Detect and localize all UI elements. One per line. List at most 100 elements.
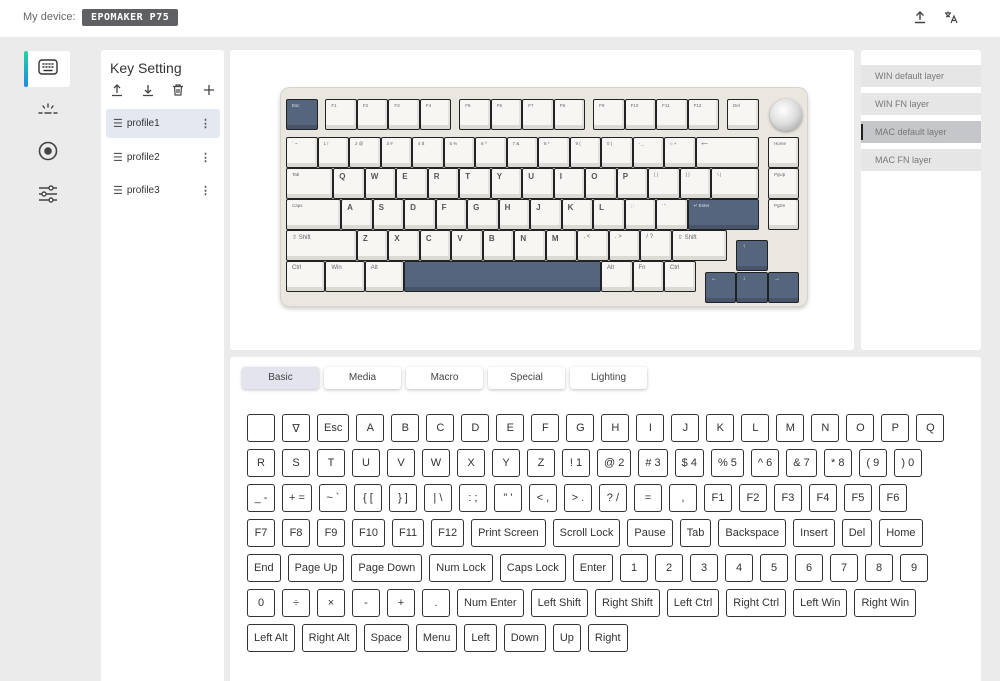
keycap[interactable]: 5 % <box>443 137 475 168</box>
keycap[interactable]: F4 <box>419 99 452 130</box>
key-option[interactable]: Down <box>503 624 546 652</box>
key-option[interactable]: ^ 6 <box>750 449 780 477</box>
key-option[interactable]: G <box>566 414 595 442</box>
key-option[interactable]: + <box>387 589 415 617</box>
key-option[interactable]: > . <box>563 484 592 512</box>
key-option[interactable]: × <box>317 589 345 617</box>
drag-handle-icon[interactable]: ☰ <box>113 151 123 164</box>
key-option[interactable]: - <box>352 589 380 617</box>
nav-item-keyboard[interactable] <box>24 51 70 87</box>
keycap[interactable]: F11 <box>656 99 688 130</box>
keycap[interactable]: X <box>388 230 420 261</box>
key-option[interactable]: J <box>671 414 700 442</box>
tab-macro[interactable]: Macro <box>406 367 483 389</box>
keycap[interactable]: V <box>451 230 483 261</box>
key-option[interactable]: 9 <box>900 554 929 582</box>
key-option[interactable]: Enter <box>572 554 614 582</box>
keycap[interactable]: W <box>364 168 397 199</box>
key-option[interactable]: F10 <box>352 519 385 547</box>
key-option[interactable]: D <box>461 414 490 442</box>
keycap[interactable]: 9 ( <box>569 137 601 168</box>
key-option[interactable]: 6 <box>795 554 824 582</box>
key-option[interactable]: } ] <box>388 484 417 512</box>
key-option[interactable]: Right Alt <box>301 624 357 652</box>
key-option[interactable]: S <box>282 449 310 477</box>
key-option[interactable]: Home <box>879 519 923 547</box>
keycap[interactable]: \ | <box>711 168 759 199</box>
keycap[interactable]: = + <box>664 137 696 168</box>
keycap[interactable]: . > <box>608 230 641 261</box>
keycap[interactable]: F10 <box>624 99 657 130</box>
key-option[interactable]: Menu <box>415 624 458 652</box>
key-option[interactable]: Left Alt <box>247 624 295 652</box>
key-option[interactable]: Left <box>464 624 497 652</box>
keycap[interactable]: ⟵ <box>695 137 759 168</box>
keycap[interactable]: PgUp <box>767 168 800 199</box>
key-option[interactable]: F6 <box>878 484 907 512</box>
key-option[interactable]: @ 2 <box>597 449 632 477</box>
key-option[interactable]: 3 <box>690 554 719 582</box>
key-option[interactable]: 0 <box>247 589 275 617</box>
key-option[interactable]: F <box>531 414 560 442</box>
key-option[interactable]: U <box>352 449 380 477</box>
keycap[interactable]: H <box>498 199 531 230</box>
keycap[interactable]: Alt <box>601 261 633 292</box>
keycap[interactable]: ↑ <box>736 240 768 271</box>
key-option[interactable]: " ' <box>493 484 522 512</box>
layer-mac-fn[interactable]: MAC FN layer <box>861 149 981 171</box>
key-option[interactable]: Num Enter <box>457 589 524 617</box>
keycap[interactable]: M <box>545 230 578 261</box>
layer-win-default[interactable]: WIN default layer <box>861 65 981 87</box>
keycap[interactable]: O <box>585 168 617 199</box>
key-option[interactable]: ~ ` <box>318 484 347 512</box>
key-option[interactable]: End <box>247 554 281 582</box>
keycap[interactable]: [ { <box>648 168 680 199</box>
key-option[interactable]: Up <box>552 624 581 652</box>
key-option[interactable]: A <box>356 414 385 442</box>
more-options-icon[interactable]: ⋮ <box>200 184 211 197</box>
keycap[interactable]: J <box>530 199 562 230</box>
key-option[interactable]: _ - <box>247 484 275 512</box>
key-option[interactable]: E <box>496 414 525 442</box>
layer-win-fn[interactable]: WIN FN layer <box>861 93 981 115</box>
import-icon[interactable] <box>141 83 155 97</box>
keycap[interactable]: Fn <box>632 261 664 292</box>
key-option[interactable]: F9 <box>317 519 345 547</box>
key-option[interactable]: & 7 <box>786 449 817 477</box>
key-option[interactable]: 8 <box>865 554 894 582</box>
key-option[interactable]: , <box>668 484 697 512</box>
keycap[interactable]: Alt <box>364 261 405 292</box>
key-option[interactable]: % 5 <box>710 449 744 477</box>
keycap[interactable]: N <box>514 230 546 261</box>
keycap[interactable]: PgDn <box>767 199 800 230</box>
drag-handle-icon[interactable]: ☰ <box>113 184 123 197</box>
key-option[interactable]: = <box>633 484 662 512</box>
key-option[interactable]: 7 <box>830 554 859 582</box>
keycap[interactable]: ] } <box>679 168 712 199</box>
key-option[interactable]: : ; <box>458 484 487 512</box>
profile-item-3[interactable]: ☰ profile3 ⋮ <box>106 176 220 205</box>
key-option[interactable]: Pause <box>627 519 673 547</box>
key-option[interactable] <box>247 414 275 442</box>
key-option[interactable]: F11 <box>391 519 425 547</box>
keycap[interactable]: 4 $ <box>412 137 444 168</box>
trash-icon[interactable] <box>171 83 185 97</box>
keycap[interactable]: Y <box>490 168 523 199</box>
keycap[interactable]: F <box>435 199 468 230</box>
key-option[interactable]: Backspace <box>718 519 787 547</box>
keycap[interactable]: - _ <box>632 137 664 168</box>
keycap[interactable]: F9 <box>593 99 625 130</box>
more-options-icon[interactable]: ⋮ <box>200 117 211 130</box>
keycap[interactable]: Ctrl <box>286 261 326 292</box>
keycap[interactable]: U <box>522 168 554 199</box>
upload-icon[interactable] <box>912 9 928 25</box>
key-option[interactable]: F7 <box>247 519 275 547</box>
keycap[interactable]: S <box>372 199 405 230</box>
volume-knob[interactable] <box>770 99 802 131</box>
key-option[interactable]: Tab <box>679 519 712 547</box>
keycap[interactable]: Win <box>325 261 365 292</box>
key-option[interactable]: ( 9 <box>858 449 887 477</box>
keycap[interactable]: I <box>553 168 586 199</box>
key-option[interactable]: X <box>457 449 485 477</box>
keycap[interactable]: F7 <box>522 99 554 130</box>
